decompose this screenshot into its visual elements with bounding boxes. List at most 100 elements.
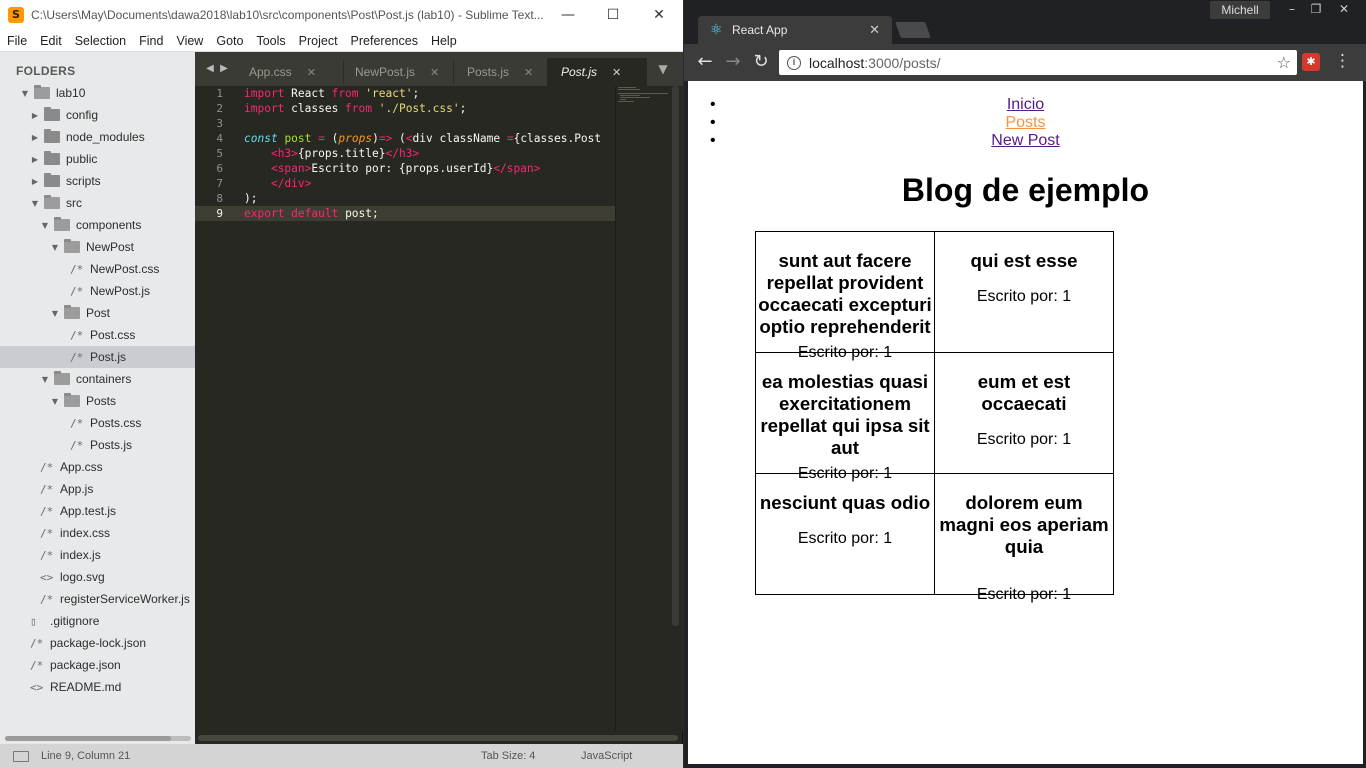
folder-icon xyxy=(54,217,70,231)
nav-item-posts: • Posts xyxy=(688,114,1363,132)
menu-find[interactable]: Find xyxy=(132,34,169,48)
disclosure-triangle-icon[interactable]: ▼ xyxy=(50,397,60,406)
disclosure-triangle-icon[interactable]: ▼ xyxy=(30,199,40,208)
sidebar-item[interactable]: /* registerServiceWorker.js xyxy=(0,588,195,610)
sidebar-item[interactable]: ▶ scripts xyxy=(0,170,195,192)
extension-icon[interactable]: ✱ xyxy=(1302,53,1320,71)
tab-overflow-dropdown-icon[interactable]: ▼ xyxy=(653,58,673,80)
post-card[interactable]: nesciunt quas odio Escrito por: 1 xyxy=(755,473,935,595)
sidebar-item[interactable]: ▶ public xyxy=(0,148,195,170)
post-card[interactable]: sunt aut facere repellat provident occae… xyxy=(755,231,935,361)
code-editor[interactable]: 1 2 3 4 5 6 7 8 9 import React from 'rea… xyxy=(195,86,683,731)
tab-posts-js[interactable]: Posts.js ✕ xyxy=(467,58,557,86)
horizontal-scrollbar[interactable] xyxy=(198,735,678,741)
bookmark-star-icon[interactable]: ☆ xyxy=(1277,53,1291,72)
menu-selection[interactable]: Selection xyxy=(68,34,132,48)
new-tab-button[interactable] xyxy=(895,22,931,38)
sidebar-item[interactable]: ▼ components xyxy=(0,214,195,236)
menu-goto[interactable]: Goto xyxy=(209,34,249,48)
menu-view[interactable]: View xyxy=(169,34,209,48)
sidebar-item[interactable]: ▼ Posts xyxy=(0,390,195,412)
disclosure-triangle-icon[interactable]: ▼ xyxy=(40,221,50,230)
sidebar-item[interactable]: /* Posts.css xyxy=(0,412,195,434)
prev-tab-arrow-icon[interactable]: ◀ xyxy=(203,58,217,80)
profile-button[interactable]: Michell xyxy=(1210,1,1270,19)
disclosure-triangle-icon[interactable]: ▶ xyxy=(30,177,40,186)
menu-edit[interactable]: Edit xyxy=(33,34,68,48)
sidebar-item[interactable]: /* Post.js xyxy=(0,346,195,368)
sidebar-item[interactable]: <> logo.svg xyxy=(0,566,195,588)
tab-newpost-js[interactable]: NewPost.js ✕ xyxy=(355,58,455,86)
disclosure-triangle-icon[interactable]: ▶ xyxy=(30,155,40,164)
minimize-button[interactable]: — xyxy=(545,0,591,30)
sidebar-item[interactable]: ▼ NewPost xyxy=(0,236,195,258)
panel-toggle-icon[interactable] xyxy=(13,750,29,762)
sidebar-item[interactable]: /* index.css xyxy=(0,522,195,544)
sidebar-item[interactable]: ▶ config xyxy=(0,104,195,126)
sidebar-item[interactable]: ▶ node_modules xyxy=(0,126,195,148)
tab-size[interactable]: Tab Size: 4 xyxy=(481,750,581,762)
disclosure-triangle-icon[interactable]: ▶ xyxy=(30,111,40,120)
disclosure-triangle-icon[interactable]: ▼ xyxy=(40,375,50,384)
disclosure-triangle-icon[interactable]: ▼ xyxy=(50,309,60,318)
sidebar-item[interactable]: /* NewPost.js xyxy=(0,280,195,302)
menu-help[interactable]: Help xyxy=(424,34,463,48)
sidebar-scroll-thumb[interactable] xyxy=(5,736,171,741)
sidebar-item[interactable]: /* index.js xyxy=(0,544,195,566)
sidebar-item[interactable]: /* Posts.js xyxy=(0,434,195,456)
post-card[interactable]: eum et est occaecati Escrito por: 1 xyxy=(934,352,1114,474)
sidebar-scrollbar[interactable] xyxy=(5,736,191,741)
sidebar-item[interactable]: ▯ .gitignore xyxy=(0,610,195,632)
sidebar-item-label: node_modules xyxy=(66,130,145,144)
sidebar-item[interactable]: ▼ lab10 xyxy=(0,82,195,104)
file-icon: /* xyxy=(70,350,84,364)
minimap[interactable] xyxy=(615,86,673,731)
tab-close-icon[interactable]: ✕ xyxy=(869,23,880,38)
sidebar-item[interactable]: /* App.css xyxy=(0,456,195,478)
post-card[interactable]: qui est esse Escrito por: 1 xyxy=(934,231,1114,353)
tab-app-css[interactable]: App.css ✕ xyxy=(249,58,339,86)
sidebar-item[interactable]: ▼ Post xyxy=(0,302,195,324)
nav-link-new-post[interactable]: New Post xyxy=(991,132,1059,149)
disclosure-triangle-icon[interactable]: ▼ xyxy=(20,89,30,98)
menu-tools[interactable]: Tools xyxy=(249,34,291,48)
chrome-menu-icon[interactable]: ⋮ xyxy=(1334,51,1351,71)
forward-arrow-icon[interactable]: → xyxy=(721,51,745,73)
disclosure-triangle-icon[interactable]: ▼ xyxy=(50,243,60,252)
sidebar-item[interactable]: ▼ containers xyxy=(0,368,195,390)
sidebar-item[interactable]: /* package.json xyxy=(0,654,195,676)
vertical-scrollbar[interactable] xyxy=(672,86,679,626)
address-bar[interactable]: i localhost:3000/posts/ ☆ xyxy=(779,50,1297,75)
sidebar-item[interactable]: /* Post.css xyxy=(0,324,195,346)
next-tab-arrow-icon[interactable]: ▶ xyxy=(217,58,231,80)
maximize-button[interactable]: ☐ xyxy=(590,0,636,30)
tab-close-icon[interactable]: ✕ xyxy=(430,66,439,79)
tab-close-icon[interactable]: ✕ xyxy=(307,66,316,79)
reload-icon[interactable]: ↻ xyxy=(749,51,773,73)
post-card[interactable]: ea molestias quasi exercitationem repell… xyxy=(755,352,935,482)
sidebar-item[interactable]: <> README.md xyxy=(0,676,195,698)
back-arrow-icon[interactable]: ← xyxy=(693,51,717,73)
sidebar-item[interactable]: ▼ src xyxy=(0,192,195,214)
nav-link-posts[interactable]: Posts xyxy=(1005,114,1045,131)
syntax-mode[interactable]: JavaScript xyxy=(581,750,632,762)
disclosure-triangle-icon[interactable]: ▶ xyxy=(30,133,40,142)
menu-project[interactable]: Project xyxy=(292,34,344,48)
tab-close-icon[interactable]: ✕ xyxy=(612,66,621,79)
menu-preferences[interactable]: Preferences xyxy=(344,34,424,48)
close-button[interactable]: ✕ xyxy=(636,0,682,30)
maximize-button[interactable]: ❐ xyxy=(1304,1,1328,18)
sidebar-item[interactable]: /* NewPost.css xyxy=(0,258,195,280)
sidebar-item[interactable]: /* App.js xyxy=(0,478,195,500)
sidebar-item[interactable]: /* package-lock.json xyxy=(0,632,195,654)
tab-close-icon[interactable]: ✕ xyxy=(524,66,533,79)
close-button[interactable]: ✕ xyxy=(1332,1,1356,18)
tab-post-js[interactable]: Post.js ✕ xyxy=(547,58,647,86)
nav-link-inicio[interactable]: Inicio xyxy=(1007,96,1044,113)
post-card[interactable]: dolorem eum magni eos aperiam quia Escri… xyxy=(934,473,1114,603)
menu-file[interactable]: File xyxy=(0,34,33,48)
minimize-button[interactable]: – xyxy=(1280,1,1304,18)
info-icon[interactable]: i xyxy=(787,55,801,70)
browser-tab[interactable]: ⚛ React App ✕ xyxy=(698,16,892,44)
sidebar-item[interactable]: /* App.test.js xyxy=(0,500,195,522)
